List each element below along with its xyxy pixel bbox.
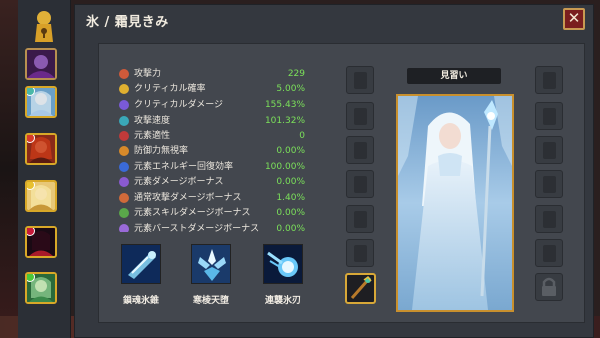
ice-comet-skill-icon[interactable] <box>263 244 303 284</box>
skill-name: 連襲氷刃 <box>264 296 301 306</box>
leg-slot-icon[interactable] <box>346 170 374 198</box>
character-avatar-5[interactable] <box>25 226 57 258</box>
star-icon <box>119 84 129 94</box>
element-badge-icon <box>27 228 35 236</box>
character-avatar-6[interactable] <box>25 272 57 304</box>
bracer-slot-icon[interactable] <box>535 239 563 267</box>
slot-placeholder <box>354 108 367 125</box>
character-avatar-2[interactable] <box>25 86 57 118</box>
belt-slot-icon[interactable] <box>535 136 563 164</box>
skill-bonus-icon <box>119 208 129 218</box>
ring-slot-icon[interactable] <box>346 239 374 267</box>
stat-label: 攻撃力 <box>134 69 162 79</box>
stat-label: 元素エネルギー回復効率 <box>134 162 234 172</box>
stat-row: 防御力無視率 0.00% <box>117 144 313 158</box>
stat-label: 元素スキルダメージボーナス <box>134 208 251 218</box>
element-badge-icon <box>27 274 35 282</box>
gloves-slot-icon[interactable] <box>346 136 374 164</box>
character-title: 氷 / 霜見きみ <box>86 15 169 30</box>
chest-slot-icon[interactable] <box>346 102 374 130</box>
background-left <box>0 0 18 338</box>
amulet-slot-icon[interactable] <box>535 205 563 233</box>
stat-row: 元素バーストダメージボーナス 0.00% <box>117 222 313 232</box>
burst-bonus-icon <box>119 224 129 232</box>
lock-icon <box>535 273 563 301</box>
skill-name: 鎖魂氷錐 <box>122 296 159 306</box>
element-badge-icon <box>27 182 35 190</box>
slot-placeholder <box>354 211 367 228</box>
stat-row: 元素ダメージボーナス 0.00% <box>117 175 313 189</box>
slot-placeholder <box>543 211 556 228</box>
stat-row: 元素スキルダメージボーナス 0.00% <box>117 206 313 220</box>
slot-placeholder <box>354 245 367 262</box>
stat-value: 5.00% <box>276 84 305 94</box>
stat-label: クリティカル確率 <box>134 84 206 94</box>
stat-value: 0.00% <box>276 208 305 218</box>
slot-placeholder <box>543 245 556 262</box>
ice-shards-skill-icon[interactable] <box>191 244 231 284</box>
stat-value: 0 <box>299 131 305 141</box>
stat-row: 元素適性 0 <box>117 129 313 143</box>
boots-slot-icon[interactable] <box>346 205 374 233</box>
character-sidebar <box>18 0 71 338</box>
rank-label: 見習い <box>407 68 501 84</box>
stat-row: 攻撃速度 101.32% <box>117 114 313 128</box>
staff-item-icon[interactable] <box>345 273 376 304</box>
slot-placeholder <box>354 72 367 89</box>
stat-row: 元素エネルギー回復効率 100.00% <box>117 160 313 174</box>
stat-label: クリティカルダメージ <box>134 100 224 110</box>
keyhole-icon <box>35 11 53 42</box>
character-avatar-3[interactable] <box>25 133 57 165</box>
stats-list: 攻撃力 229 クリティカル確率 5.00% クリティカルダメージ 155.43… <box>117 64 313 232</box>
stat-row: クリティカルダメージ 155.43% <box>117 98 313 112</box>
slot-placeholder <box>543 142 556 159</box>
weapon-slot-icon[interactable] <box>346 66 374 94</box>
slot-placeholder <box>543 72 556 89</box>
stat-row: 通常攻撃ダメージボーナス 1.40% <box>117 191 313 205</box>
sword-icon <box>119 69 129 79</box>
element-icon <box>119 131 129 141</box>
element-badge-icon <box>27 135 35 143</box>
stat-row: 攻撃力 229 <box>117 67 313 81</box>
skill-name: 寒棱天堕 <box>192 296 229 306</box>
stat-label: 元素ダメージボーナス <box>134 177 224 187</box>
slot-placeholder <box>543 176 556 193</box>
ice-spike-skill-icon[interactable] <box>121 244 161 284</box>
character-avatar-4[interactable] <box>25 180 57 212</box>
element-damage-icon <box>119 177 129 187</box>
attack-bonus-icon <box>119 193 129 203</box>
stat-value: 155.43% <box>264 100 305 110</box>
slot-placeholder <box>354 142 367 159</box>
stat-value: 1.40% <box>276 193 305 203</box>
gauntlet-slot-icon[interactable] <box>535 170 563 198</box>
stat-label: 通常攻撃ダメージボーナス <box>134 193 242 203</box>
stat-value: 0.00% <box>276 146 305 156</box>
pierce-icon <box>119 146 129 156</box>
element-badge-icon <box>27 88 35 96</box>
stat-label: 攻撃速度 <box>134 116 171 126</box>
stat-label: 元素バーストダメージボーナス <box>134 224 260 232</box>
speed-icon <box>119 116 129 126</box>
stat-label: 防御力無視率 <box>134 146 189 156</box>
close-button[interactable]: ✕ <box>563 8 585 30</box>
character-avatar-1[interactable] <box>25 48 57 80</box>
stat-value: 0.00% <box>276 177 305 187</box>
burst-icon <box>119 100 129 110</box>
stat-value: 229 <box>287 69 305 79</box>
slot-placeholder <box>354 176 367 193</box>
stat-value: 100.00% <box>264 162 305 172</box>
stat-value: 101.32% <box>264 116 305 126</box>
slot-placeholder <box>543 108 556 125</box>
stat-value: 0.00% <box>276 224 305 232</box>
character-portrait <box>396 94 514 312</box>
shoulder-slot-icon[interactable] <box>535 102 563 130</box>
stat-row: クリティカル確率 5.00% <box>117 82 313 96</box>
helmet-slot-icon[interactable] <box>535 66 563 94</box>
stat-label: 元素適性 <box>134 131 171 141</box>
energy-icon <box>119 162 129 172</box>
